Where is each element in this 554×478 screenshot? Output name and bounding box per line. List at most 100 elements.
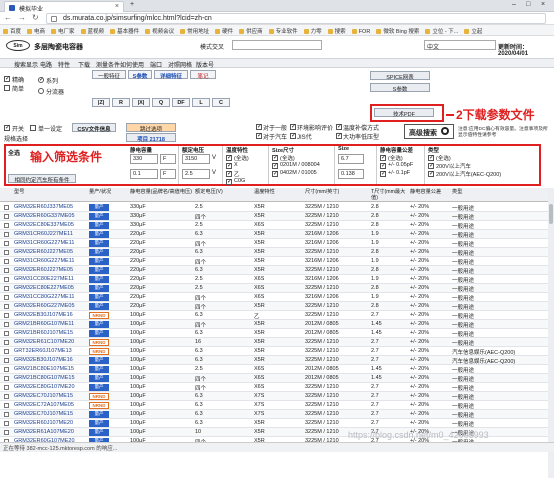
- maximize-icon[interactable]: □: [526, 1, 530, 8]
- row-checkbox[interactable]: [4, 430, 9, 435]
- filter-checkbox[interactable]: [272, 154, 278, 161]
- bookmark-item[interactable]: 基本器件: [110, 27, 139, 35]
- env-checkbox[interactable]: [290, 123, 296, 130]
- row-checkbox[interactable]: [4, 286, 9, 291]
- part-number-link[interactable]: GRM32ER60J227ME05: [14, 267, 73, 273]
- table-row[interactable]: GRM21BC80E107ME15 量产 100μF 2.5 X6S 2012M / 08…: [0, 365, 554, 374]
- table-row[interactable]: GRM32ER61C107ME20 NRND 100μF 16 X5R 3225M / 1…: [0, 338, 554, 347]
- bookmark-item[interactable]: 蓝视频: [80, 27, 104, 35]
- row-checkbox[interactable]: [4, 268, 9, 273]
- col-header-status[interactable]: 量产/状况: [89, 189, 111, 195]
- part-number-link[interactable]: GRM32ER60J337ME05: [14, 204, 73, 210]
- back-icon[interactable]: ←: [4, 13, 12, 22]
- row-checkbox[interactable]: [4, 331, 9, 336]
- table-row[interactable]: GRM31CR60G227ME11 量产 220μF 四个 X5R 3216M / 120…: [0, 239, 554, 248]
- part-number-link[interactable]: GRM32ER60J107ME20: [14, 420, 73, 426]
- part-number-link[interactable]: GRM31CC80G227ME11: [14, 294, 74, 300]
- char-button[interactable]: R: [112, 98, 130, 107]
- part-number-link[interactable]: GRM21BR60G107ME11: [14, 321, 74, 327]
- filter-checkbox[interactable]: [380, 170, 386, 177]
- sparam-download-button[interactable]: S参数: [370, 83, 430, 93]
- general-button[interactable]: 一般特征: [92, 70, 126, 80]
- bookmark-item[interactable]: 供应商: [239, 27, 263, 35]
- bookmark-item[interactable]: 视频会议: [145, 27, 174, 35]
- advanced-search-button[interactable]: 高级搜索: [404, 124, 454, 139]
- table-row[interactable]: GRM32ER60G337ME05 量产 330μF 四个 X5R 3225M / 121…: [0, 212, 554, 221]
- part-number-link[interactable]: GRM32ER61A107ME20: [14, 429, 74, 435]
- bookmark-item[interactable]: 常用地址: [180, 27, 209, 35]
- part-number-link[interactable]: GRM21BC80G107ME15: [14, 375, 75, 381]
- col-header-pn[interactable]: 型号: [14, 189, 24, 195]
- part-number-link[interactable]: GRM32EB30J107ME16: [14, 312, 73, 318]
- bookmark-item[interactable]: 立起: [464, 27, 482, 35]
- col-header-cap[interactable]: 静电容量(品牌名/高值电压): [130, 189, 192, 195]
- bookmark-item[interactable]: 电商: [27, 27, 45, 35]
- table-row[interactable]: GRM21BR60J107ME15 量产 100μF 6.3 X5R 2012M / 08…: [0, 329, 554, 338]
- char-button[interactable]: Q: [152, 98, 170, 107]
- row-checkbox[interactable]: [4, 412, 9, 417]
- auto-use-checkbox[interactable]: [256, 132, 262, 139]
- row-checkbox[interactable]: [4, 205, 9, 210]
- row-checkbox[interactable]: [4, 349, 9, 354]
- minimize-icon[interactable]: –: [512, 1, 516, 8]
- simple-checkbox[interactable]: [4, 85, 10, 91]
- url-input[interactable]: ds.murata.co.jp/simsurfing/mlcc.html?lci…: [46, 13, 546, 24]
- table-row[interactable]: GRM32EC70J107ME15 NRND 100μF 6.3 X7S 3225M / …: [0, 392, 554, 401]
- filter-checkbox[interactable]: [380, 154, 386, 161]
- col-header-type[interactable]: 类型: [452, 189, 462, 195]
- bookmark-item[interactable]: 硬件: [215, 27, 233, 35]
- table-row[interactable]: GRM32ER60J227ME05 量产 220μF 6.3 X5R 3225M / 12…: [0, 266, 554, 275]
- row-checkbox[interactable]: [4, 250, 9, 255]
- part-number-link[interactable]: GRT32ER60J107ME13: [14, 348, 72, 354]
- skip-option-button[interactable]: 跳过选项: [126, 123, 176, 133]
- new-tab-icon[interactable]: +: [130, 1, 134, 8]
- filter-checkbox[interactable]: [428, 162, 434, 169]
- sparam-button[interactable]: S参数: [128, 70, 152, 80]
- table-row[interactable]: GRM31CC80E227ME11 量产 220μF 2.5 X6S 3216M / 12…: [0, 275, 554, 284]
- menu-item[interactable]: 特性: [58, 60, 70, 69]
- table-row[interactable]: GRM21BC80G107ME15 量产 100μF 四个 X6S 2012M / 080…: [0, 374, 554, 383]
- filter-checkbox[interactable]: [226, 170, 232, 177]
- temp-comp-checkbox[interactable]: [336, 123, 342, 130]
- language-select[interactable]: 中文: [424, 40, 496, 51]
- csv-button[interactable]: CSV文件信息: [72, 123, 116, 133]
- row-checkbox[interactable]: [4, 385, 9, 390]
- table-row[interactable]: GRM21BR60G107ME11 量产 100μF 四个 X5R 2012M / 080…: [0, 320, 554, 329]
- filter-checkbox[interactable]: [380, 162, 386, 169]
- reload-icon[interactable]: ↻: [32, 13, 39, 22]
- char-button[interactable]: C: [212, 98, 230, 107]
- part-number-link[interactable]: GRM31CC80E227ME11: [14, 276, 74, 282]
- table-row[interactable]: GRM32ER60G227ME05 量产 220μF 四个 X5R 3225M / 121…: [0, 302, 554, 311]
- table-row[interactable]: GRM32EB30J107ME16 量产 100μF 6.3 X5R 3225M / 12…: [0, 356, 554, 365]
- spice-netlist-button[interactable]: SPICE网表: [370, 71, 430, 81]
- table-row[interactable]: GRM32EC70J107ME15 量产 100μF 6.3 X7S 3225M / 12…: [0, 410, 554, 419]
- high-power-checkbox[interactable]: [336, 132, 342, 139]
- part-number-link[interactable]: GRM32EC80E337ME05: [14, 222, 74, 228]
- note-button[interactable]: 笔记: [190, 70, 216, 80]
- row-checkbox[interactable]: [4, 277, 9, 282]
- table-row[interactable]: GRM32EC80E227ME05 量产 220μF 2.5 X6S 3225M / 12…: [0, 284, 554, 293]
- row-checkbox[interactable]: [4, 232, 9, 237]
- row-checkbox[interactable]: [4, 340, 9, 345]
- table-row[interactable]: GRM32EB30J107ME16 NRND 100μF 6.3 乙 3225M / 12…: [0, 311, 554, 320]
- row-checkbox[interactable]: [4, 421, 9, 426]
- part-number-link[interactable]: GRM32ER60J227ME05: [14, 249, 73, 255]
- col-header-temp[interactable]: 温度特性: [254, 189, 275, 195]
- char-button[interactable]: DF: [172, 98, 190, 107]
- detail-button[interactable]: 详细特征: [154, 70, 188, 80]
- model-input[interactable]: [232, 40, 322, 50]
- browser-tab[interactable]: 模拟毕业 ×: [4, 1, 124, 13]
- part-number-link[interactable]: GRM32EC72A107ME05: [14, 402, 74, 408]
- filter-checkbox[interactable]: [272, 162, 278, 169]
- switch-checkbox[interactable]: [4, 124, 10, 131]
- filter-checkbox[interactable]: [226, 162, 232, 169]
- table-row[interactable]: GRM32EC80G107ME20 量产 100μF 四个 X6S 3225M / 121…: [0, 383, 554, 392]
- bookmark-item[interactable]: 搜索: [327, 27, 346, 35]
- row-checkbox[interactable]: [4, 304, 9, 309]
- menu-item[interactable]: 下载: [78, 60, 90, 69]
- part-number-link[interactable]: GRM32EB30J107ME16: [14, 357, 73, 363]
- char-button[interactable]: |Z|: [92, 98, 110, 107]
- part-number-link[interactable]: GRM32ER61C107ME20: [14, 339, 74, 345]
- table-row[interactable]: GRT32ER60J107ME13 NRND 100μF 6.3 X5R 3225M / …: [0, 347, 554, 356]
- bookmark-item[interactable]: 微软 Bing 搜索: [376, 27, 419, 35]
